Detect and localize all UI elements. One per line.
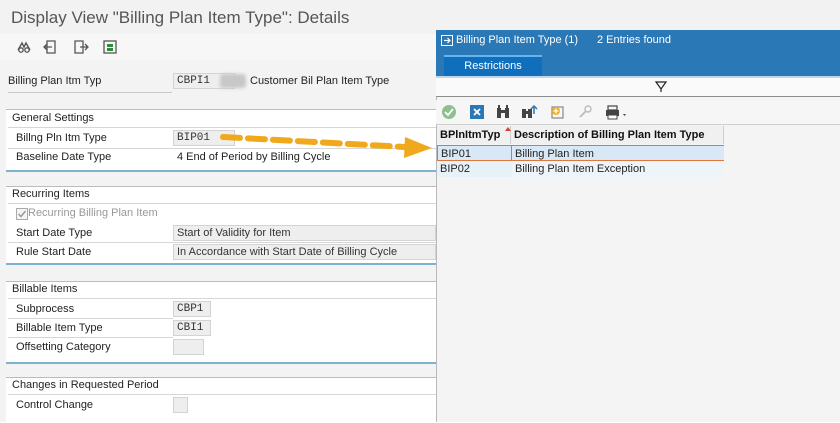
entries-found-count: 2 Entries found xyxy=(597,34,671,46)
column-header-code[interactable]: BPlnItmTyp xyxy=(437,126,511,144)
header-field-description: Customer Bil Plan Item Type xyxy=(250,75,390,87)
billable-item-type-field[interactable]: CBI1 xyxy=(173,320,211,336)
subprocess-field[interactable]: CBP1 xyxy=(173,301,211,317)
settings-key-icon[interactable] xyxy=(576,103,594,121)
find-next-icon[interactable] xyxy=(520,103,538,121)
transport-icon[interactable] xyxy=(101,38,119,56)
dialog-list-icon xyxy=(441,35,453,46)
rule-start-date-field[interactable]: In Accordance with Start Date of Billing… xyxy=(173,244,436,260)
header-field-label: Billing Plan Itm Typ xyxy=(8,75,102,87)
checkmark-icon xyxy=(17,210,27,218)
next-entry-icon[interactable] xyxy=(72,38,90,56)
binoculars-icon[interactable] xyxy=(494,103,512,121)
rule-start-date-label: Rule Start Date xyxy=(16,246,92,258)
control-change-field[interactable] xyxy=(173,397,188,413)
group-title: Billable Items xyxy=(12,283,78,295)
column-header-description[interactable]: Description of Billing Plan Item Type xyxy=(511,126,724,144)
filter-toggle-icon[interactable] xyxy=(654,81,668,93)
offsetting-category-label: Offsetting Category xyxy=(16,341,111,353)
divider xyxy=(8,203,436,204)
offsetting-category-field[interactable] xyxy=(173,339,204,355)
cancel-icon[interactable] xyxy=(468,103,486,121)
previous-entry-icon[interactable] xyxy=(42,38,60,56)
tab-restrictions[interactable]: Restrictions xyxy=(444,55,542,78)
restrictions-collapse-bar[interactable] xyxy=(436,78,840,97)
toolbar xyxy=(0,34,436,60)
glasses-icon[interactable] xyxy=(15,38,33,56)
divider xyxy=(8,242,436,243)
group-title: Recurring Items xyxy=(12,188,90,200)
print-dropdown-icon[interactable] xyxy=(603,103,631,121)
dialog-title: Billing Plan Item Type (1) xyxy=(456,34,579,46)
control-change-label: Control Change xyxy=(16,399,94,411)
billable-item-type-label: Billable Item Type xyxy=(16,322,103,334)
divider xyxy=(8,337,173,338)
billing-pln-itm-type-label: Billng Pln Itm Type xyxy=(16,132,107,144)
group-title: General Settings xyxy=(12,112,94,124)
divider xyxy=(8,92,172,93)
table-row-description[interactable]: Billing Plan Item Exception xyxy=(512,161,724,177)
table-row-description[interactable]: Billing Plan Item xyxy=(512,145,724,161)
group-title: Changes in Requested Period xyxy=(12,379,159,391)
annotation-arrow-icon xyxy=(220,134,432,158)
new-entry-icon[interactable] xyxy=(548,103,566,121)
page-title: Display View "Billing Plan Item Type": D… xyxy=(11,8,350,27)
divider xyxy=(8,127,436,128)
table-row-code[interactable]: BIP01 xyxy=(437,145,512,161)
table-row-code[interactable]: BIP02 xyxy=(437,161,512,177)
confirm-icon[interactable] xyxy=(440,103,458,121)
recurring-checkbox-label: Recurring Billing Plan Item xyxy=(28,207,158,219)
redacted-patch xyxy=(220,74,246,88)
start-date-type-label: Start Date Type xyxy=(16,227,93,239)
divider xyxy=(8,394,436,395)
baseline-date-type-label: Baseline Date Type xyxy=(16,151,112,163)
start-date-type-field[interactable]: Start of Validity for Item xyxy=(173,225,436,241)
divider xyxy=(8,318,173,319)
divider xyxy=(8,298,436,299)
subprocess-label: Subprocess xyxy=(16,303,75,315)
recurring-checkbox[interactable] xyxy=(16,208,28,220)
